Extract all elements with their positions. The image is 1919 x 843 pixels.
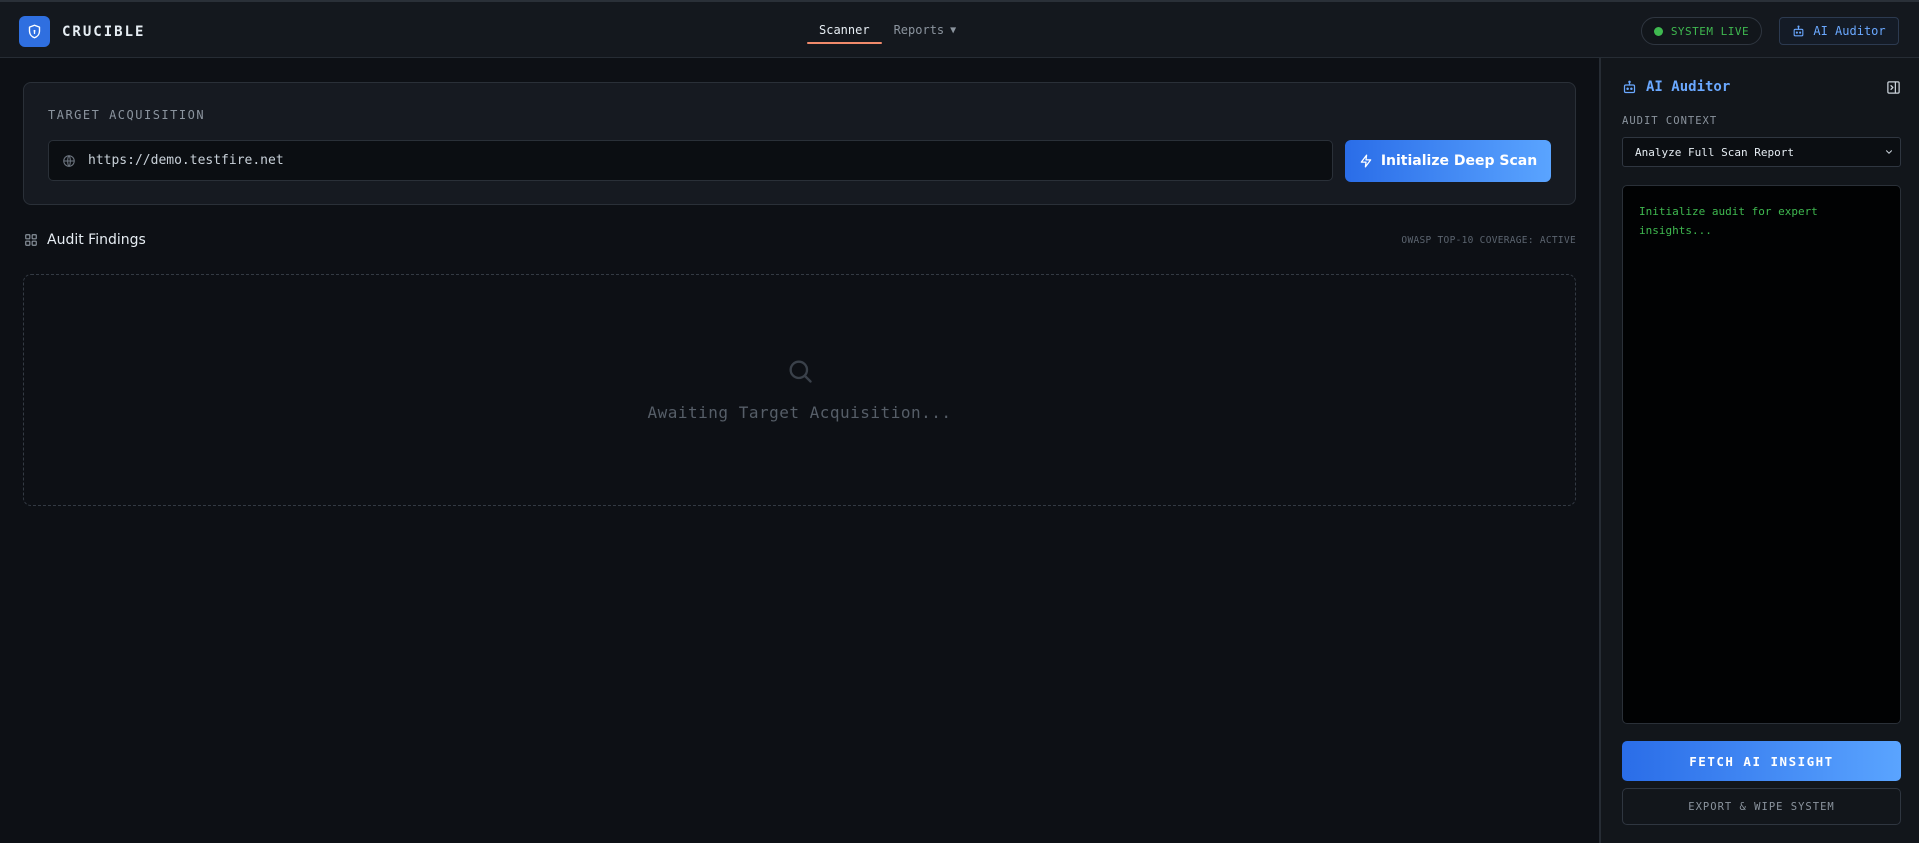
tab-reports[interactable]: Reports ▼ [882, 2, 969, 58]
app-name: CRUCIBLE [62, 23, 146, 40]
lightning-icon [1359, 154, 1373, 168]
target-acquisition-card: TARGET ACQUISITION Initialize Deep Scan [23, 82, 1576, 205]
coverage-status: OWASP TOP-10 COVERAGE: ACTIVE [1401, 235, 1576, 246]
tab-scanner[interactable]: Scanner [807, 2, 882, 58]
tab-label: Reports [893, 23, 945, 37]
main-nav: Scanner Reports ▼ [807, 2, 968, 58]
section-label: TARGET ACQUISITION [48, 108, 206, 122]
grid-icon [24, 233, 38, 247]
findings-title: Audit Findings [47, 232, 146, 248]
ai-auditor-button[interactable]: AI Auditor [1779, 17, 1899, 45]
system-status-badge: SYSTEM LIVE [1641, 17, 1762, 45]
scan-button-label: Initialize Deep Scan [1380, 153, 1538, 169]
tab-label: Scanner [819, 23, 870, 37]
url-field[interactable] [48, 140, 1333, 181]
initialize-deep-scan-button[interactable]: Initialize Deep Scan [1345, 140, 1551, 182]
robot-icon [1792, 25, 1805, 38]
status-label: SYSTEM LIVE [1670, 24, 1750, 38]
search-icon [786, 357, 814, 389]
panel-header: AI Auditor [1622, 79, 1730, 95]
insight-console: Initialize audit for expert insights... [1622, 185, 1901, 724]
url-input[interactable] [88, 141, 1332, 180]
panel-title: AI Auditor [1646, 79, 1731, 95]
robot-icon [1622, 80, 1637, 95]
fetch-ai-insight-button[interactable]: FETCH AI INSIGHT [1622, 741, 1901, 781]
globe-icon [62, 154, 76, 168]
top-bar: CRUCIBLE Scanner Reports ▼ SYSTEM LIVE A… [0, 0, 1919, 58]
export-wipe-button[interactable]: EXPORT & WIPE SYSTEM [1622, 788, 1901, 825]
shield-logo-icon [19, 16, 50, 47]
ai-auditor-label: AI Auditor [1813, 24, 1886, 38]
ai-auditor-panel: AI Auditor AUDIT CONTEXT Analyze Full Sc… [1599, 58, 1919, 843]
audit-context-select[interactable]: Analyze Full Scan Report [1622, 137, 1901, 167]
findings-empty-state: Awaiting Target Acquisition... [23, 274, 1576, 506]
brand[interactable]: CRUCIBLE [19, 16, 145, 47]
status-dot-icon [1653, 26, 1663, 36]
select-value: Analyze Full Scan Report [1635, 145, 1794, 159]
collapse-panel-icon[interactable] [1886, 80, 1901, 99]
findings-header: Audit Findings [24, 232, 146, 248]
empty-state-text: Awaiting Target Acquisition... [647, 403, 952, 422]
chevron-down-icon: ▼ [950, 24, 957, 36]
chevron-down-icon [1884, 147, 1894, 160]
audit-context-label: AUDIT CONTEXT [1622, 115, 1718, 127]
